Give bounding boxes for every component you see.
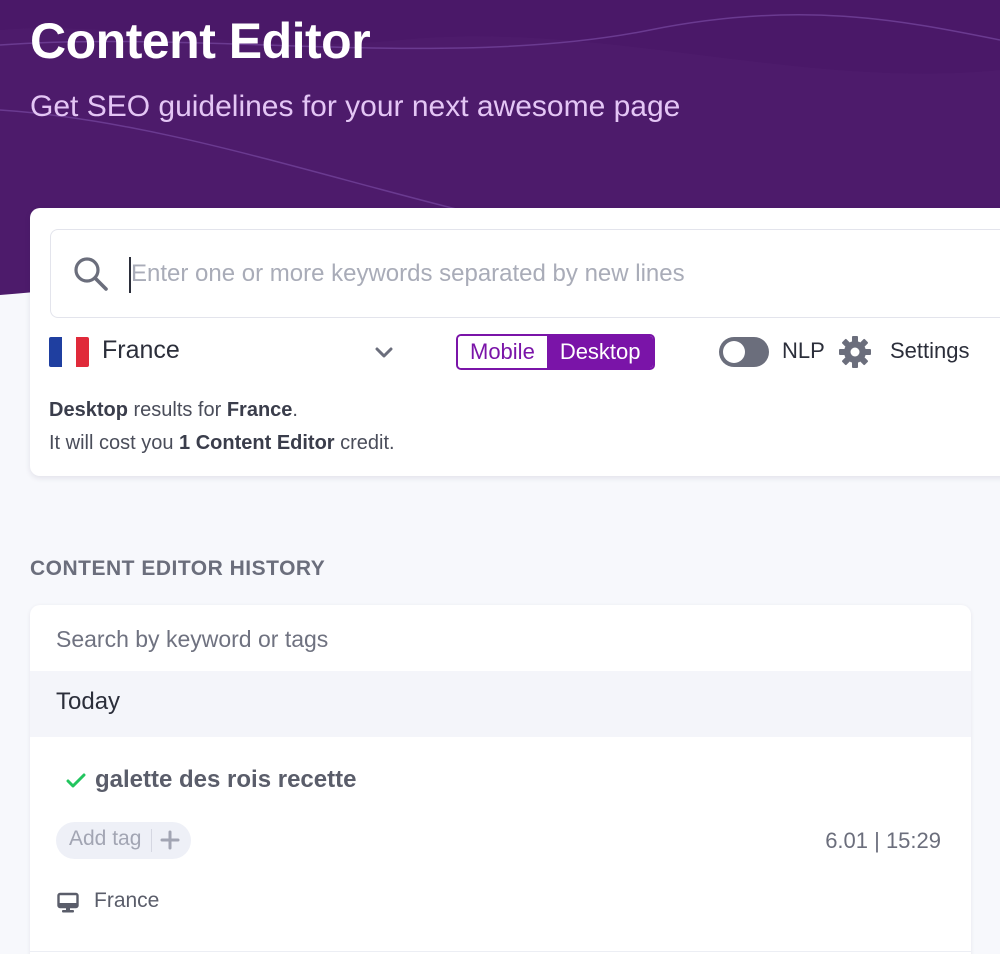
keyword-query-card: France Mobile Desktop NLP Settings Deskt… [30,208,1000,476]
history-search-box [30,605,971,671]
add-tag-label: Add tag [69,827,142,850]
history-entry-keyword[interactable]: galette des rois recette [95,766,356,794]
tag-divider [151,829,152,852]
keyword-input[interactable] [131,252,991,296]
cost-summary: Desktop results for France. It will cost… [49,394,395,460]
settings-button[interactable]: Settings [890,338,970,364]
summary-line-cost: It will cost you 1 Content Editor credit… [49,427,395,460]
chevron-down-icon[interactable] [374,346,394,360]
device-option-mobile[interactable]: Mobile [458,336,548,368]
history-entry-datetime: 6.01 | 15:29 [825,828,941,853]
flag-stripe-white [62,337,76,367]
cost-amount: 1 Content Editor [179,432,335,454]
search-icon [74,257,108,291]
france-flag-icon[interactable] [49,337,89,367]
page-title: Content Editor [30,13,371,69]
page-subtitle: Get SEO guidelines for your next awesome… [30,90,681,123]
group-label: Today [56,688,121,715]
gear-icon[interactable] [838,335,872,369]
history-panel: Today galette des rois recette Add tag 6… [30,605,971,954]
add-tag-button[interactable]: Add tag [56,822,191,859]
entry-divider [30,951,971,952]
history-search-input[interactable] [56,619,936,659]
history-heading: CONTENT EDITOR HISTORY [30,557,326,580]
monitor-icon [57,892,79,913]
summary-period: . [292,399,298,421]
device-toggle: Mobile Desktop [456,334,655,370]
keyword-input-box[interactable] [50,229,1000,318]
summary-device: Desktop [49,399,128,421]
nlp-label: NLP [782,338,825,363]
toggle-knob [723,341,745,363]
flag-stripe-red [75,337,89,367]
country-select[interactable]: France [102,336,180,365]
cost-suffix: credit. [334,432,395,454]
check-icon [66,773,86,788]
history-entry-country: France [94,889,160,912]
flag-stripe-blue [49,337,63,367]
plus-icon[interactable] [160,830,180,850]
summary-country: France [226,399,293,421]
cost-prefix: It will cost you [49,432,180,454]
device-option-desktop[interactable]: Desktop [547,336,653,368]
history-group-header: Today [30,671,971,737]
nlp-toggle-switch[interactable] [719,337,769,367]
summary-line-results: Desktop results for France. [49,394,395,427]
summary-text: results for [127,399,227,421]
